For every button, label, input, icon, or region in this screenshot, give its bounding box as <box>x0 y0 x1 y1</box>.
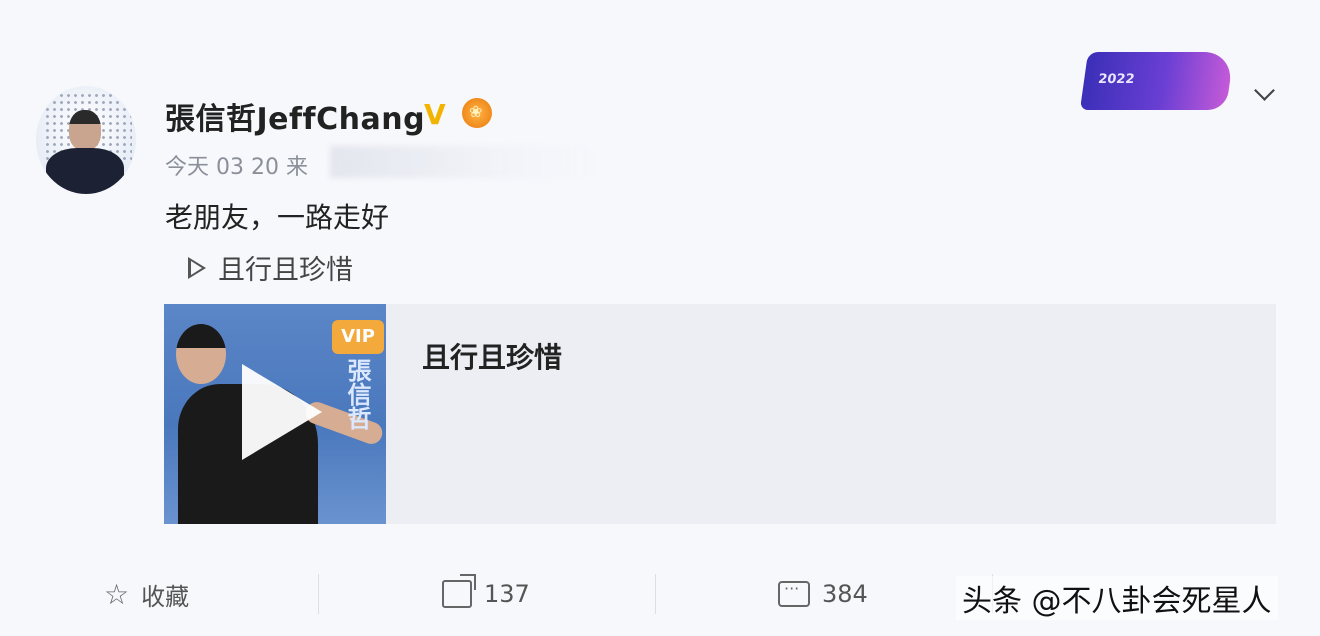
cover-person-head <box>176 324 226 384</box>
favorite-label: 收藏 <box>141 582 190 611</box>
share-icon <box>442 574 476 608</box>
avatar[interactable] <box>36 86 136 194</box>
comment-count: 384 <box>822 580 868 608</box>
avatar-head <box>69 110 101 150</box>
chevron-down-icon[interactable] <box>1254 80 1275 101</box>
watermark: 头条 @不八卦会死星人 <box>956 576 1278 620</box>
favorite-button[interactable]: ☆ 收藏 <box>104 566 189 622</box>
post-text: 老朋友，一路走好 <box>165 201 390 234</box>
play-outline-icon <box>188 256 206 279</box>
avatar-body <box>46 148 124 194</box>
divider <box>655 574 656 614</box>
event-emblem-icon: 2022 <box>1079 52 1235 110</box>
comment-icon <box>778 579 810 607</box>
play-icon[interactable] <box>242 364 322 460</box>
blurred-source <box>330 146 600 178</box>
divider <box>318 574 319 614</box>
music-link[interactable]: 且行且珍惜 <box>188 248 353 287</box>
star-icon: ☆ <box>104 577 130 611</box>
comment-button[interactable]: 384 <box>778 566 868 622</box>
share-count: 137 <box>484 580 530 608</box>
verified-icon: V <box>424 98 446 131</box>
weibo-post-card: 張信哲JeffChang V ❀ 今天 03 20 来 2022 老朋友，一路走… <box>0 0 1320 636</box>
share-button[interactable]: 137 <box>442 566 530 622</box>
music-card[interactable]: VIP 張信哲 且行且珍惜 <box>164 304 1276 524</box>
vip-badge: VIP <box>332 320 384 354</box>
cover-vertical-text: 張信哲 <box>343 358 371 430</box>
music-link-label: 且行且珍惜 <box>218 255 353 286</box>
username[interactable]: 張信哲JeffChang <box>165 94 425 138</box>
medal-icon: ❀ <box>462 98 492 128</box>
album-cover[interactable]: VIP 張信哲 <box>164 304 386 524</box>
post-meta: 今天 03 20 来 <box>165 155 308 180</box>
music-title[interactable]: 且行且珍惜 <box>422 336 562 376</box>
